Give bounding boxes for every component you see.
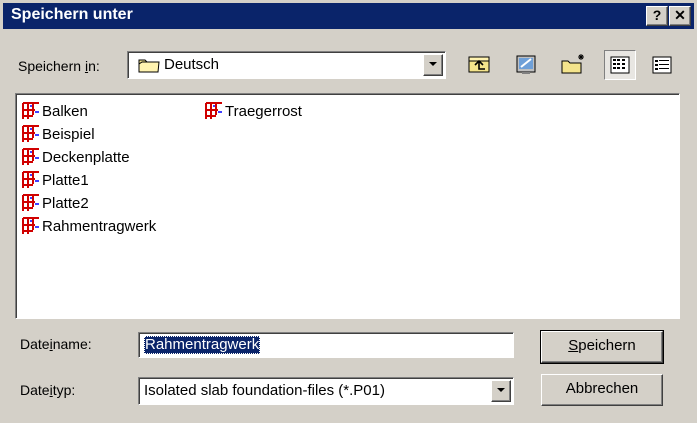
details-view-icon (652, 56, 672, 74)
list-item[interactable]: Deckenplatte (21, 146, 130, 168)
file-name: Balken (42, 102, 88, 120)
desktop-button[interactable] (510, 50, 542, 80)
list-item[interactable]: Balken (21, 100, 88, 122)
up-one-level-icon (468, 56, 490, 73)
file-name: Beispiel (42, 125, 95, 143)
file-name: Platte1 (42, 171, 89, 189)
list-view-button[interactable] (604, 50, 636, 80)
structure-file-icon (22, 171, 39, 188)
chevron-down-icon[interactable] (491, 380, 511, 402)
desktop-icon (516, 55, 536, 74)
filetype-dropdown[interactable]: Isolated slab foundation-files (*.P01) (138, 377, 514, 405)
structure-file-icon (22, 102, 39, 119)
structure-file-icon (205, 102, 222, 119)
list-item[interactable]: Platte2 (21, 192, 89, 214)
title-bar[interactable]: Speichern unter ? ✕ (3, 3, 694, 29)
save-in-dropdown[interactable]: Deutsch (127, 51, 446, 79)
save-in-label: Speichern in: (18, 58, 100, 74)
list-item[interactable]: Traegerrost (204, 100, 302, 122)
filetype-label: Dateityp: (20, 382, 76, 398)
details-view-button[interactable] (647, 50, 679, 80)
file-name: Rahmentragwerk (42, 217, 157, 235)
filename-input[interactable]: Rahmentragwerk (138, 332, 514, 358)
file-list[interactable]: Balken Beispiel Deckenplatte Platte1 Platte2… (15, 93, 680, 319)
up-one-level-button[interactable] (463, 50, 495, 80)
filename-label: Dateiname: (20, 336, 92, 352)
structure-file-icon (22, 194, 39, 211)
structure-file-icon (22, 125, 39, 142)
list-item[interactable]: Platte1 (21, 169, 89, 191)
new-folder-icon (561, 54, 584, 74)
close-button[interactable]: ✕ (669, 6, 691, 26)
chevron-down-icon[interactable] (423, 54, 443, 76)
structure-file-icon (22, 217, 39, 234)
structure-file-icon (22, 148, 39, 165)
list-view-icon (610, 56, 630, 74)
list-item[interactable]: Beispiel (21, 123, 95, 145)
list-item[interactable]: Rahmentragwerk (21, 215, 156, 237)
file-name: Traegerrost (225, 102, 302, 120)
cancel-button[interactable]: Abbrechen (541, 374, 663, 406)
filetype-value: Isolated slab foundation-files (*.P01) (144, 382, 385, 399)
save-as-dialog: Speichern unter ? ✕ Speichern in: Deutsc… (0, 0, 697, 423)
file-name: Deckenplatte (42, 148, 130, 166)
file-name: Platte2 (42, 194, 89, 212)
save-button[interactable]: Speichern (540, 330, 664, 364)
new-folder-button[interactable] (557, 50, 589, 80)
help-button[interactable]: ? (646, 6, 668, 26)
filename-value: Rahmentragwerk (144, 336, 261, 354)
folder-icon (138, 57, 160, 76)
save-in-value: Deutsch (164, 56, 220, 73)
close-icon: ✕ (674, 7, 686, 23)
window-title: Speichern unter (11, 6, 133, 23)
